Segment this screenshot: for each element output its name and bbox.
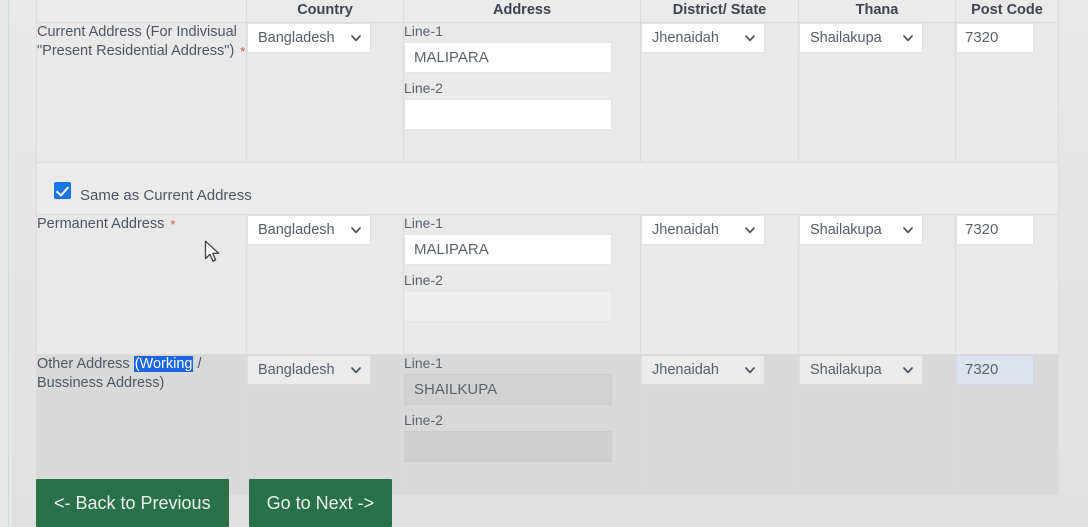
post-code-input-current[interactable]: 7320 [956,22,1034,53]
cell-post-code-3: 7320 [955,353,1059,495]
cell-district-1: Jhenaidah [640,21,799,163]
chevron-down-icon [745,34,755,41]
chevron-down-icon [903,226,913,233]
address-line2-input-current[interactable] [404,98,612,130]
row-label-prefix: Other Address [37,355,134,372]
country-select-value: Bangladesh [258,29,335,46]
table-row-permanent-address: Permanent Address * Bangladesh Line-1 MAL… [36,213,1059,355]
column-header-district-state: District/ State [640,0,799,23]
row-label-text: Permanent Address [37,215,165,232]
address-table: Country Address District/ State Thana Po… [36,0,1059,495]
same-as-current-address-control[interactable]: Same as Current Address [37,163,1058,204]
column-header-country: Country [246,0,404,23]
chevron-down-icon [903,366,913,373]
district-select-current[interactable]: Jhenaidah [641,22,765,53]
district-select-other[interactable]: Jhenaidah [641,354,765,385]
column-header-thana: Thana [798,0,956,23]
address-form-page: Country Address District/ State Thana Po… [0,0,1088,527]
chevron-down-icon [903,34,913,41]
cell-address-1: Line-1 MALIPARA Line-2 [403,21,641,163]
cell-address-2: Line-1 MALIPARA Line-2 [403,213,641,355]
row-label-current-address: Current Address (For Indivisual "Present… [36,21,247,163]
line1-label: Line-1 [404,22,443,39]
same-as-current-cell: Same as Current Address [36,161,1059,215]
cell-post-code-1: 7320 [955,21,1059,163]
address-line1-input-current[interactable]: MALIPARA [404,41,612,73]
row-label-other-address: Other Address (Working / Bussiness Addre… [36,353,247,495]
thana-select-other[interactable]: Shailakupa [799,354,923,385]
cell-country-2: Bangladesh [246,213,404,355]
cell-district-3: Jhenaidah [640,353,799,495]
form-footer: <- Back to Previous Go to Next -> [36,479,393,527]
row-label-permanent-address: Permanent Address * [36,213,247,355]
line1-label: Line-1 [404,214,443,231]
go-to-next-button[interactable]: Go to Next -> [248,479,393,527]
page-edge-line-left [8,0,9,527]
country-select-other[interactable]: Bangladesh [247,354,371,385]
thana-select-value: Shailakupa [810,221,882,238]
column-header-blank [36,0,247,23]
required-asterisk: * [240,43,246,59]
thana-select-current[interactable]: Shailakupa [799,22,923,53]
thana-select-value: Shailakupa [810,361,882,378]
table-row-same-as-current: Same as Current Address [36,161,1059,215]
table-header-row: Country Address District/ State Thana Po… [36,0,1059,23]
table-row-other-address: Other Address (Working / Bussiness Addre… [36,353,1059,495]
line2-label: Line-2 [404,411,443,428]
country-select-permanent[interactable]: Bangladesh [247,214,371,245]
country-select-value: Bangladesh [258,361,335,378]
column-header-address: Address [403,0,641,23]
thana-select-value: Shailakupa [810,29,882,46]
post-code-input-other[interactable]: 7320 [956,354,1034,385]
line1-label: Line-1 [404,354,443,371]
same-as-current-checkbox[interactable] [54,182,71,199]
cell-thana-2: Shailakupa [798,213,956,355]
chevron-down-icon [351,366,361,373]
thana-select-permanent[interactable]: Shailakupa [799,214,923,245]
address-line1-input-permanent[interactable]: MALIPARA [404,233,612,265]
chevron-down-icon [351,226,361,233]
cell-address-3: Line-1 SHAILKUPA Line-2 [403,353,641,495]
column-header-post-code: Post Code [955,0,1059,23]
cell-district-2: Jhenaidah [640,213,799,355]
district-select-value: Jhenaidah [652,29,719,46]
district-select-value: Jhenaidah [652,221,719,238]
table-row-current-address: Current Address (For Indivisual "Present… [36,21,1059,163]
address-line1-input-other[interactable]: SHAILKUPA [404,373,612,405]
chevron-down-icon [745,366,755,373]
district-select-value: Jhenaidah [652,361,719,378]
cell-country-1: Bangladesh [246,21,404,163]
same-as-current-label: Same as Current Address [80,186,252,204]
back-to-previous-button[interactable]: <- Back to Previous [36,479,229,527]
line2-label: Line-2 [404,79,443,96]
line2-label: Line-2 [404,271,443,288]
required-asterisk: * [170,216,176,232]
district-select-permanent[interactable]: Jhenaidah [641,214,765,245]
cell-thana-1: Shailakupa [798,21,956,163]
address-line2-input-permanent[interactable] [404,290,612,322]
cell-post-code-2: 7320 [955,213,1059,355]
country-select-current[interactable]: Bangladesh [247,22,371,53]
row-label-selected-text: (Working [133,355,194,372]
country-select-value: Bangladesh [258,221,335,238]
page-edge-line-left-2 [10,0,11,527]
address-line2-input-other[interactable] [404,430,612,462]
chevron-down-icon [745,226,755,233]
post-code-input-permanent[interactable]: 7320 [956,214,1034,245]
cell-country-3: Bangladesh [246,353,404,495]
chevron-down-icon [351,34,361,41]
cell-thana-3: Shailakupa [798,353,956,495]
row-label-text: Current Address (For Indivisual "Present… [37,23,237,59]
